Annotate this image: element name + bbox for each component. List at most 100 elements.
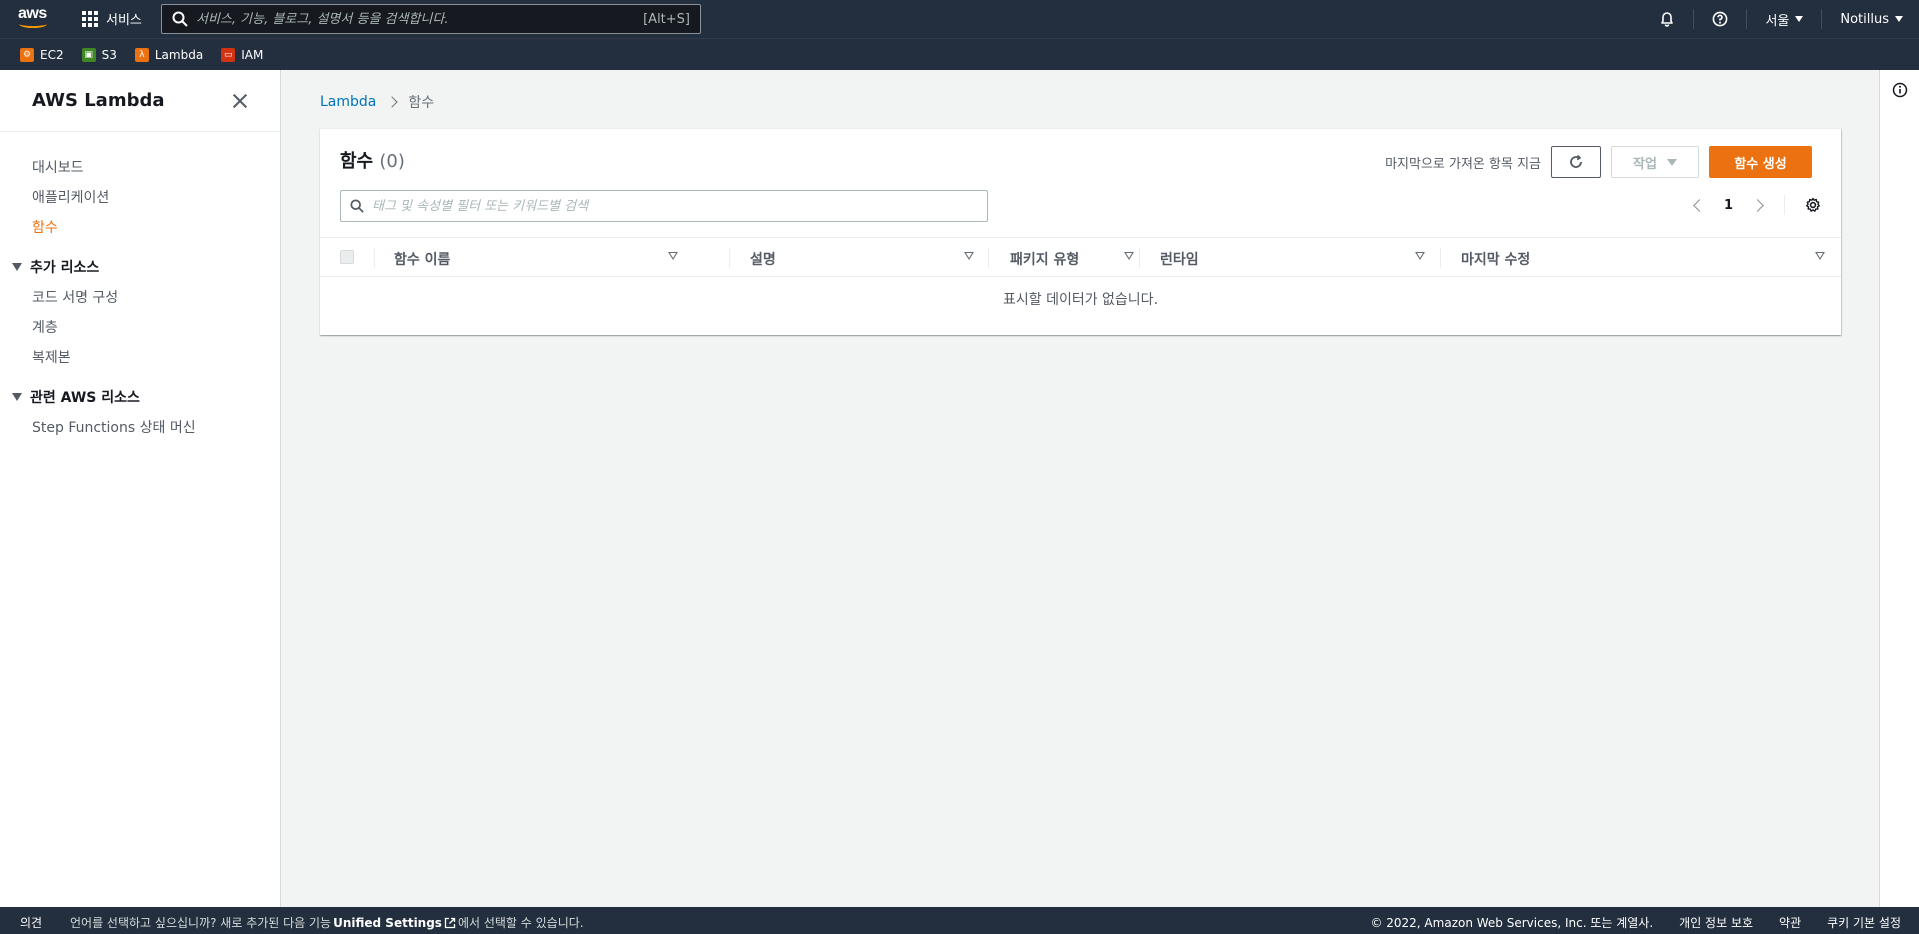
search-icon <box>350 199 364 213</box>
help-button[interactable] <box>1694 11 1746 27</box>
sidebar-item-code-signing[interactable]: 코드 서명 구성 <box>0 283 280 313</box>
sidebar-item-layers[interactable]: 계층 <box>0 313 280 343</box>
actions-dropdown-button[interactable]: 작업 <box>1611 146 1699 178</box>
caret-down-icon <box>12 393 22 401</box>
favorites-bar: ⚙ EC2 ▣ S3 λ Lambda ▭ IAM <box>0 38 1919 70</box>
top-navigation: aws 서비스 [Alt+S] 서울 Notillus <box>0 0 1919 38</box>
copyright-text: © 2022, Amazon Web Services, Inc. 또는 계열사… <box>1370 916 1654 930</box>
chevron-right-icon <box>386 96 399 108</box>
create-function-label: 함수 생성 <box>1734 156 1787 172</box>
services-label: 서비스 <box>106 13 142 28</box>
next-page-icon[interactable] <box>1751 198 1764 212</box>
aws-logo-text: aws <box>18 5 47 22</box>
column-header-package-type[interactable]: 패키지 유형 <box>1010 238 1134 276</box>
sort-icon <box>668 252 678 260</box>
sidebar-item-applications[interactable]: 애플리케이션 <box>0 183 280 213</box>
global-search-input[interactable] <box>196 11 644 27</box>
section-title: 추가 리소스 <box>30 260 100 276</box>
account-menu[interactable]: Notillus <box>1822 12 1903 27</box>
language-notice-suffix: 에서 선택할 수 있습니다. <box>457 916 584 930</box>
region-label: 서울 <box>1765 13 1790 29</box>
sidebar-section-additional-resources[interactable]: 추가 리소스 <box>0 251 280 283</box>
favorite-label: Lambda <box>154 47 204 62</box>
breadcrumb-lambda-link[interactable]: Lambda <box>320 94 376 110</box>
favorite-label: S3 <box>101 47 117 62</box>
functions-heading: 함수 (0) <box>340 147 405 173</box>
favorite-label: IAM <box>241 47 264 62</box>
ec2-service-icon: ⚙ <box>20 47 34 62</box>
caret-down-icon <box>1666 158 1677 166</box>
global-search[interactable]: [Alt+S] <box>161 4 701 34</box>
aws-logo[interactable]: aws <box>18 5 52 31</box>
table-header: 함수 이름 설명 패키지 유형 런타임 마지막 수정 <box>320 237 1841 277</box>
help-icon <box>1713 11 1728 27</box>
filter-input[interactable] <box>372 198 987 214</box>
breadcrumb-current: 함수 <box>408 95 435 111</box>
sidebar-item-replicas[interactable]: 복제본 <box>0 343 280 373</box>
select-all-checkbox[interactable] <box>340 250 354 264</box>
previous-page-icon[interactable] <box>1693 198 1706 212</box>
filter-field[interactable] <box>340 190 988 222</box>
table-actions: 마지막으로 가져온 항목 지금 작업 함수 생성 <box>1385 146 1812 178</box>
console-footer: 의견 언어를 선택하고 싶으십니까? 새로 추가된 다음 기능 Unified … <box>0 907 1919 934</box>
refresh-icon <box>1570 154 1582 168</box>
sidebar-item-step-functions[interactable]: Step Functions 상태 머신 <box>0 413 280 443</box>
last-fetched-text: 마지막으로 가져온 항목 지금 <box>1385 156 1541 172</box>
column-divider <box>988 248 989 268</box>
caret-down-icon <box>12 263 22 271</box>
search-icon <box>172 11 188 27</box>
column-divider <box>1440 248 1441 268</box>
column-label: 런타임 <box>1160 252 1199 268</box>
close-icon[interactable] <box>232 93 248 109</box>
refresh-button[interactable] <box>1551 146 1601 178</box>
search-shortcut-hint: [Alt+S] <box>643 11 690 27</box>
region-selector[interactable]: 서울 <box>1747 10 1821 29</box>
sort-icon <box>1815 252 1825 260</box>
account-label: Notillus <box>1840 11 1889 27</box>
column-label: 패키지 유형 <box>1010 252 1080 268</box>
favorite-iam[interactable]: ▭ IAM <box>221 47 264 62</box>
actions-label: 작업 <box>1633 156 1657 172</box>
favorite-ec2[interactable]: ⚙ EC2 <box>20 47 64 62</box>
breadcrumb: Lambda 함수 <box>320 92 434 112</box>
column-header-runtime[interactable]: 런타임 <box>1160 238 1440 276</box>
column-header-last-modified[interactable]: 마지막 수정 <box>1461 238 1831 276</box>
create-function-button[interactable]: 함수 생성 <box>1709 146 1812 178</box>
column-header-description[interactable]: 설명 <box>750 238 990 276</box>
column-label: 함수 이름 <box>394 252 451 268</box>
sidebar-item-dashboard[interactable]: 대시보드 <box>0 153 280 183</box>
section-title: 관련 AWS 리소스 <box>30 390 140 406</box>
column-header-function-name[interactable]: 함수 이름 <box>394 238 694 276</box>
side-navigation: AWS Lambda 대시보드 애플리케이션 함수 추가 리소스 코드 서명 구… <box>0 70 281 907</box>
s3-service-icon: ▣ <box>81 47 96 62</box>
privacy-link[interactable]: 개인 정보 보호 <box>1679 914 1753 931</box>
column-divider <box>1139 248 1140 268</box>
lambda-service-icon: λ <box>134 47 149 62</box>
caret-down-icon <box>1795 16 1804 22</box>
feedback-link[interactable]: 의견 <box>20 914 42 931</box>
favorite-label: EC2 <box>40 47 64 62</box>
notifications-button[interactable] <box>1641 11 1693 27</box>
cookie-preferences-link[interactable]: 쿠키 기본 설정 <box>1827 914 1901 931</box>
grid-icon <box>82 10 98 27</box>
side-nav-title[interactable]: AWS Lambda <box>32 90 165 111</box>
info-icon[interactable] <box>1892 82 1908 98</box>
services-menu-button[interactable]: 서비스 <box>82 9 142 28</box>
terms-link[interactable]: 약관 <box>1779 914 1801 931</box>
side-nav-header: AWS Lambda <box>0 70 280 132</box>
functions-title: 함수 <box>340 151 374 172</box>
favorite-lambda[interactable]: λ Lambda <box>134 47 204 62</box>
column-label: 마지막 수정 <box>1461 252 1531 268</box>
current-page-number[interactable]: 1 <box>1724 198 1733 213</box>
sort-icon <box>1124 252 1134 260</box>
favorite-s3[interactable]: ▣ S3 <box>81 47 117 62</box>
external-link-icon <box>444 917 456 928</box>
sidebar-item-functions[interactable]: 함수 <box>0 213 280 243</box>
nav-right-group: 서울 Notillus <box>1641 0 1903 38</box>
sidebar-section-related-resources[interactable]: 관련 AWS 리소스 <box>0 381 280 413</box>
tools-panel-rail <box>1879 70 1919 907</box>
language-notice-prefix: 언어를 선택하고 싶으십니까? 새로 추가된 다음 기능 <box>70 916 332 930</box>
unified-settings-link[interactable]: Unified Settings <box>333 916 442 930</box>
settings-gear-icon[interactable] <box>1805 197 1821 213</box>
caret-down-icon <box>1895 16 1903 22</box>
